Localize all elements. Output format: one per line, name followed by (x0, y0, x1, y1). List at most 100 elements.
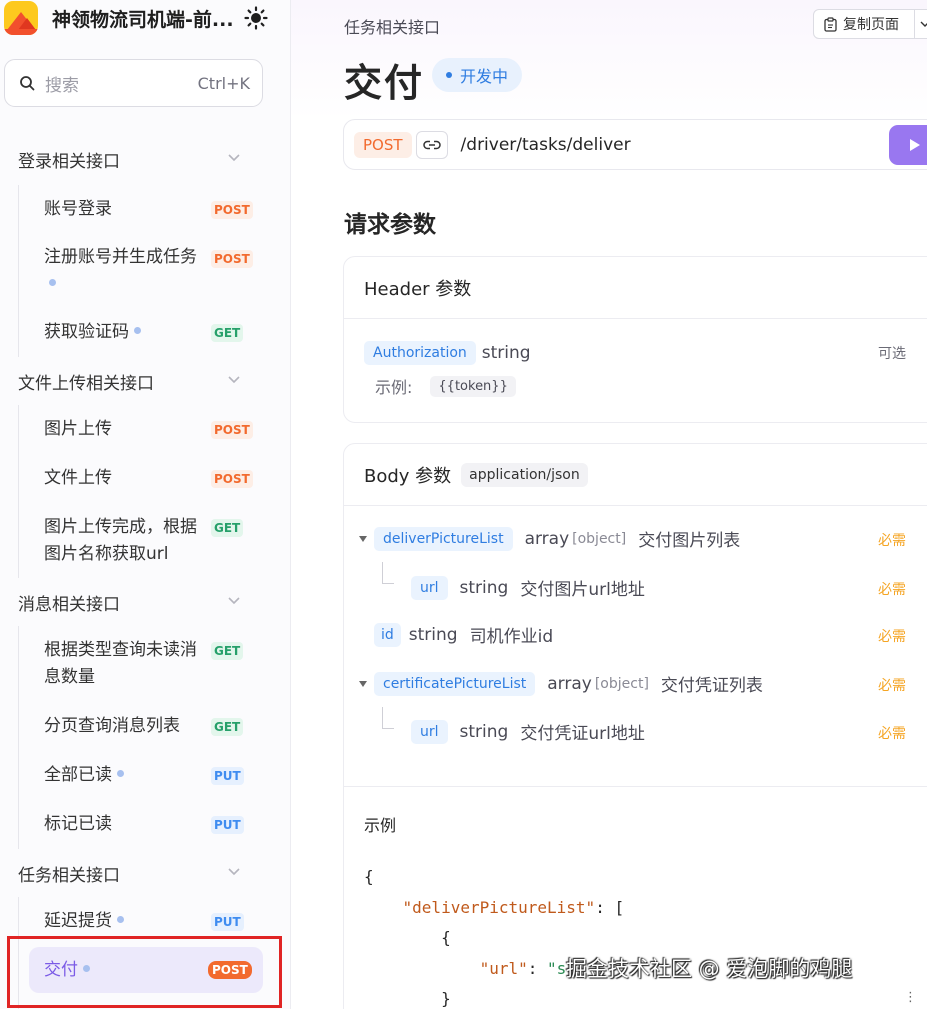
content-type-badge: application/json (461, 462, 588, 487)
sidebar-group-login[interactable]: 登录相关接口 (0, 133, 291, 185)
param-name[interactable]: url (411, 575, 448, 600)
copy-link-button[interactable] (415, 130, 448, 159)
param-type: string (408, 624, 458, 645)
sidebar-item[interactable]: 获取验证码 GET (19, 308, 291, 357)
param-type: array (547, 673, 592, 694)
more-icon[interactable]: ⋮ (904, 990, 917, 1005)
code-example[interactable]: { "deliverPictureList": [ { "url": "s } (364, 862, 624, 1009)
chevron-down-icon (228, 868, 240, 876)
sidebar-item[interactable]: 全部已读 PUT (19, 751, 291, 800)
chevron-down-icon (228, 154, 240, 162)
tree-connector (382, 562, 394, 584)
param-required: 必需 (878, 629, 906, 645)
sidebar-item[interactable]: 账号登录 POST (19, 185, 291, 234)
method-badge: POST (211, 469, 253, 488)
param-row: Authorization string (364, 341, 531, 365)
breadcrumb[interactable]: 任务相关接口 (344, 14, 440, 38)
endpoint-path[interactable]: /driver/tasks/deliver (461, 135, 631, 155)
param-name[interactable]: Authorization (364, 341, 476, 365)
search-icon (20, 76, 35, 91)
param-name[interactable]: id (374, 622, 401, 647)
sun-icon[interactable] (244, 6, 268, 30)
highlight-box (7, 936, 282, 1008)
param-name[interactable]: deliverPictureList (374, 526, 513, 551)
param-type: array (524, 528, 570, 549)
chevron-down-icon (228, 597, 240, 605)
copy-page-label: 复制页面 (843, 17, 899, 33)
param-desc: 司机作业id (469, 627, 554, 647)
copy-page-button[interactable]: 复制页面 (813, 9, 927, 39)
method-badge: GET (211, 642, 244, 660)
method-badge: GET (211, 323, 244, 342)
status-dot (49, 279, 56, 286)
run-button[interactable] (889, 125, 927, 165)
param-row: deliverPictureList array [object] 交付图片列表 (374, 526, 740, 551)
param-name[interactable]: url (411, 719, 448, 744)
header-params-card: Header 参数 Authorization string 可选 示例: {{… (343, 256, 927, 423)
method-badge: PUT (211, 912, 244, 931)
param-type: string (481, 343, 531, 363)
sidebar-group-upload[interactable]: 文件上传相关接口 (0, 357, 291, 405)
param-type: string (459, 577, 509, 598)
sidebar-item-label: 根据类型查询未读消息数量 (44, 640, 197, 687)
caret-down-icon[interactable] (359, 536, 367, 542)
sidebar-item-label: 全部已读 (44, 762, 204, 789)
sidebar-group-message[interactable]: 消息相关接口 (0, 578, 291, 626)
card-title: Header 参数 (364, 278, 472, 300)
group-label: 文件上传相关接口 (18, 373, 154, 394)
sidebar-item[interactable]: 图片上传 POST (19, 405, 291, 454)
group-label: 登录相关接口 (18, 151, 120, 172)
param-example-row: 示例: {{token}} (375, 374, 516, 398)
sidebar-item[interactable]: 图片上传完成，根据图片名称获取url GET (19, 503, 291, 578)
param-row: url string 交付图片url地址 (411, 575, 645, 600)
sidebar-item-label: 获取验证码 (44, 319, 204, 346)
method-badge: POST (211, 200, 253, 219)
sidebar-item[interactable]: 注册账号并生成任务 POST (19, 234, 291, 308)
search-input[interactable]: 搜索 Ctrl+K (4, 59, 263, 107)
param-required: 必需 (878, 678, 906, 694)
example-label: 示例: (375, 378, 413, 397)
param-type: string (459, 721, 509, 742)
example-value: {{token}} (430, 375, 516, 397)
param-desc: 交付图片列表 (638, 531, 741, 551)
status-badge[interactable]: 开发中 (432, 58, 523, 92)
param-row: url string 交付凭证url地址 (411, 719, 645, 744)
sidebar-item[interactable]: 标记已读 PUT (19, 800, 291, 849)
sidebar-nav: 登录相关接口 账号登录 POST 注册账号并生成任务 POST 获取验证码 GE… (0, 133, 291, 1009)
card-header: Body 参数 application/json (344, 444, 927, 506)
method-badge: GET (211, 717, 244, 736)
example-title: 示例 (364, 816, 397, 835)
sidebar-item-label: 延迟提货 (44, 908, 204, 935)
status-label: 开发中 (460, 67, 509, 86)
search-shortcut: Ctrl+K (197, 73, 250, 93)
clipboard-icon (824, 16, 837, 32)
sidebar-group-task[interactable]: 任务相关接口 (0, 849, 291, 897)
chevron-down-icon[interactable] (920, 19, 927, 29)
divider (914, 10, 915, 38)
group-label: 消息相关接口 (18, 594, 120, 615)
param-name[interactable]: certificatePictureList (374, 671, 536, 696)
status-dot (134, 327, 141, 334)
sidebar-item[interactable]: 根据类型查询未读消息数量 GET (19, 626, 291, 702)
app-logo (4, 1, 38, 35)
sidebar-item[interactable]: 分页查询消息列表 GET (19, 702, 291, 751)
param-desc: 交付图片url地址 (520, 580, 645, 600)
caret-down-icon[interactable] (359, 681, 367, 687)
card-header: Header 参数 (344, 257, 927, 319)
param-row: certificatePictureList array [object] 交付… (374, 671, 763, 696)
endpoint-bar: POST /driver/tasks/deliver (343, 119, 927, 170)
param-subtype: [object] (594, 675, 649, 692)
card-title: Body 参数 (364, 465, 452, 487)
search-placeholder: 搜索 (45, 75, 79, 96)
link-icon (422, 140, 441, 149)
param-desc: 交付凭证url地址 (520, 724, 645, 744)
method-badge: POST (211, 420, 253, 439)
param-desc: 交付凭证列表 (660, 676, 763, 696)
tree-connector (382, 707, 394, 729)
method-badge: PUT (211, 815, 244, 834)
play-icon (910, 139, 920, 151)
sidebar-item-label: 图片上传 (44, 419, 112, 439)
sidebar-item[interactable]: 文件上传 POST (19, 454, 291, 503)
param-required: 必需 (878, 582, 906, 598)
sidebar-item-label: 注册账号并生成任务 (44, 244, 204, 298)
